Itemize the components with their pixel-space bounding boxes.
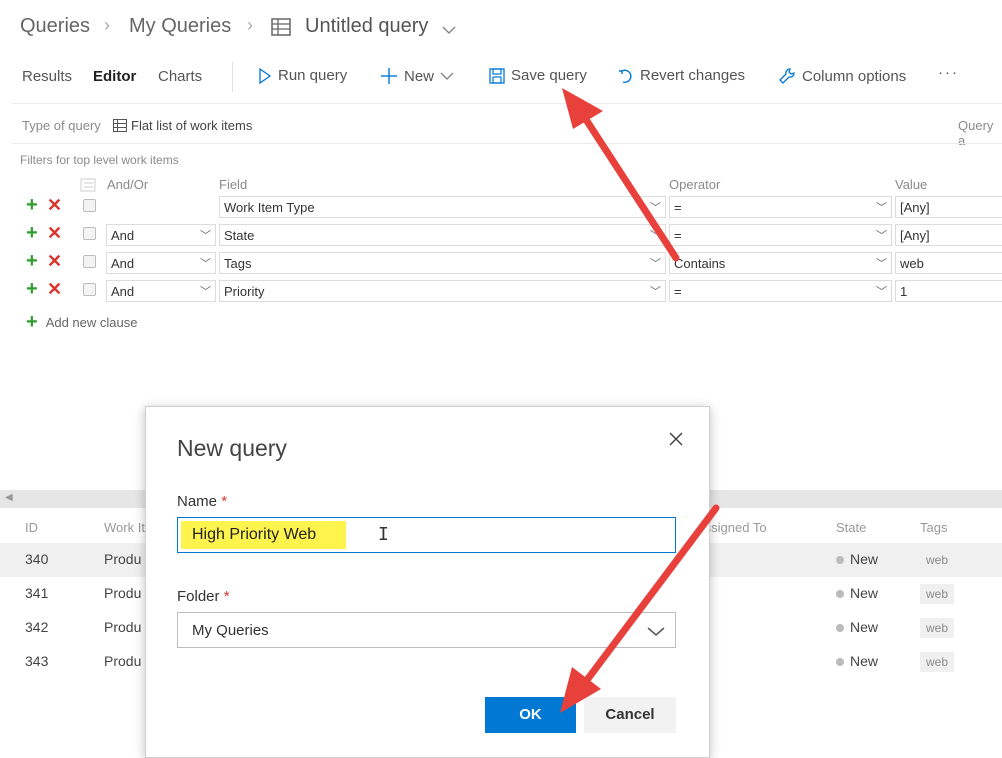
annotation-arrows [560,88,720,713]
arrow-to-save-icon [562,88,680,262]
arrow-to-ok-icon [560,504,720,713]
